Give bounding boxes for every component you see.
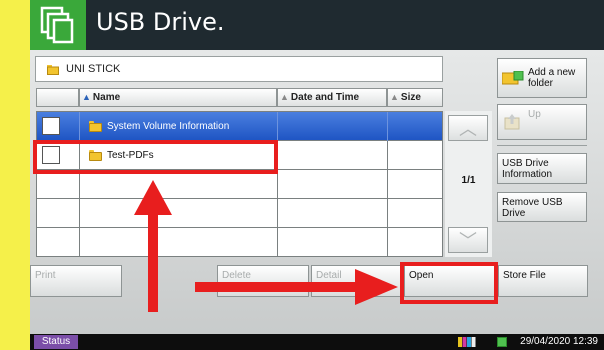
annotation-arrows [134,180,398,312]
arrow-up [134,180,172,312]
arrow-right [195,269,398,305]
